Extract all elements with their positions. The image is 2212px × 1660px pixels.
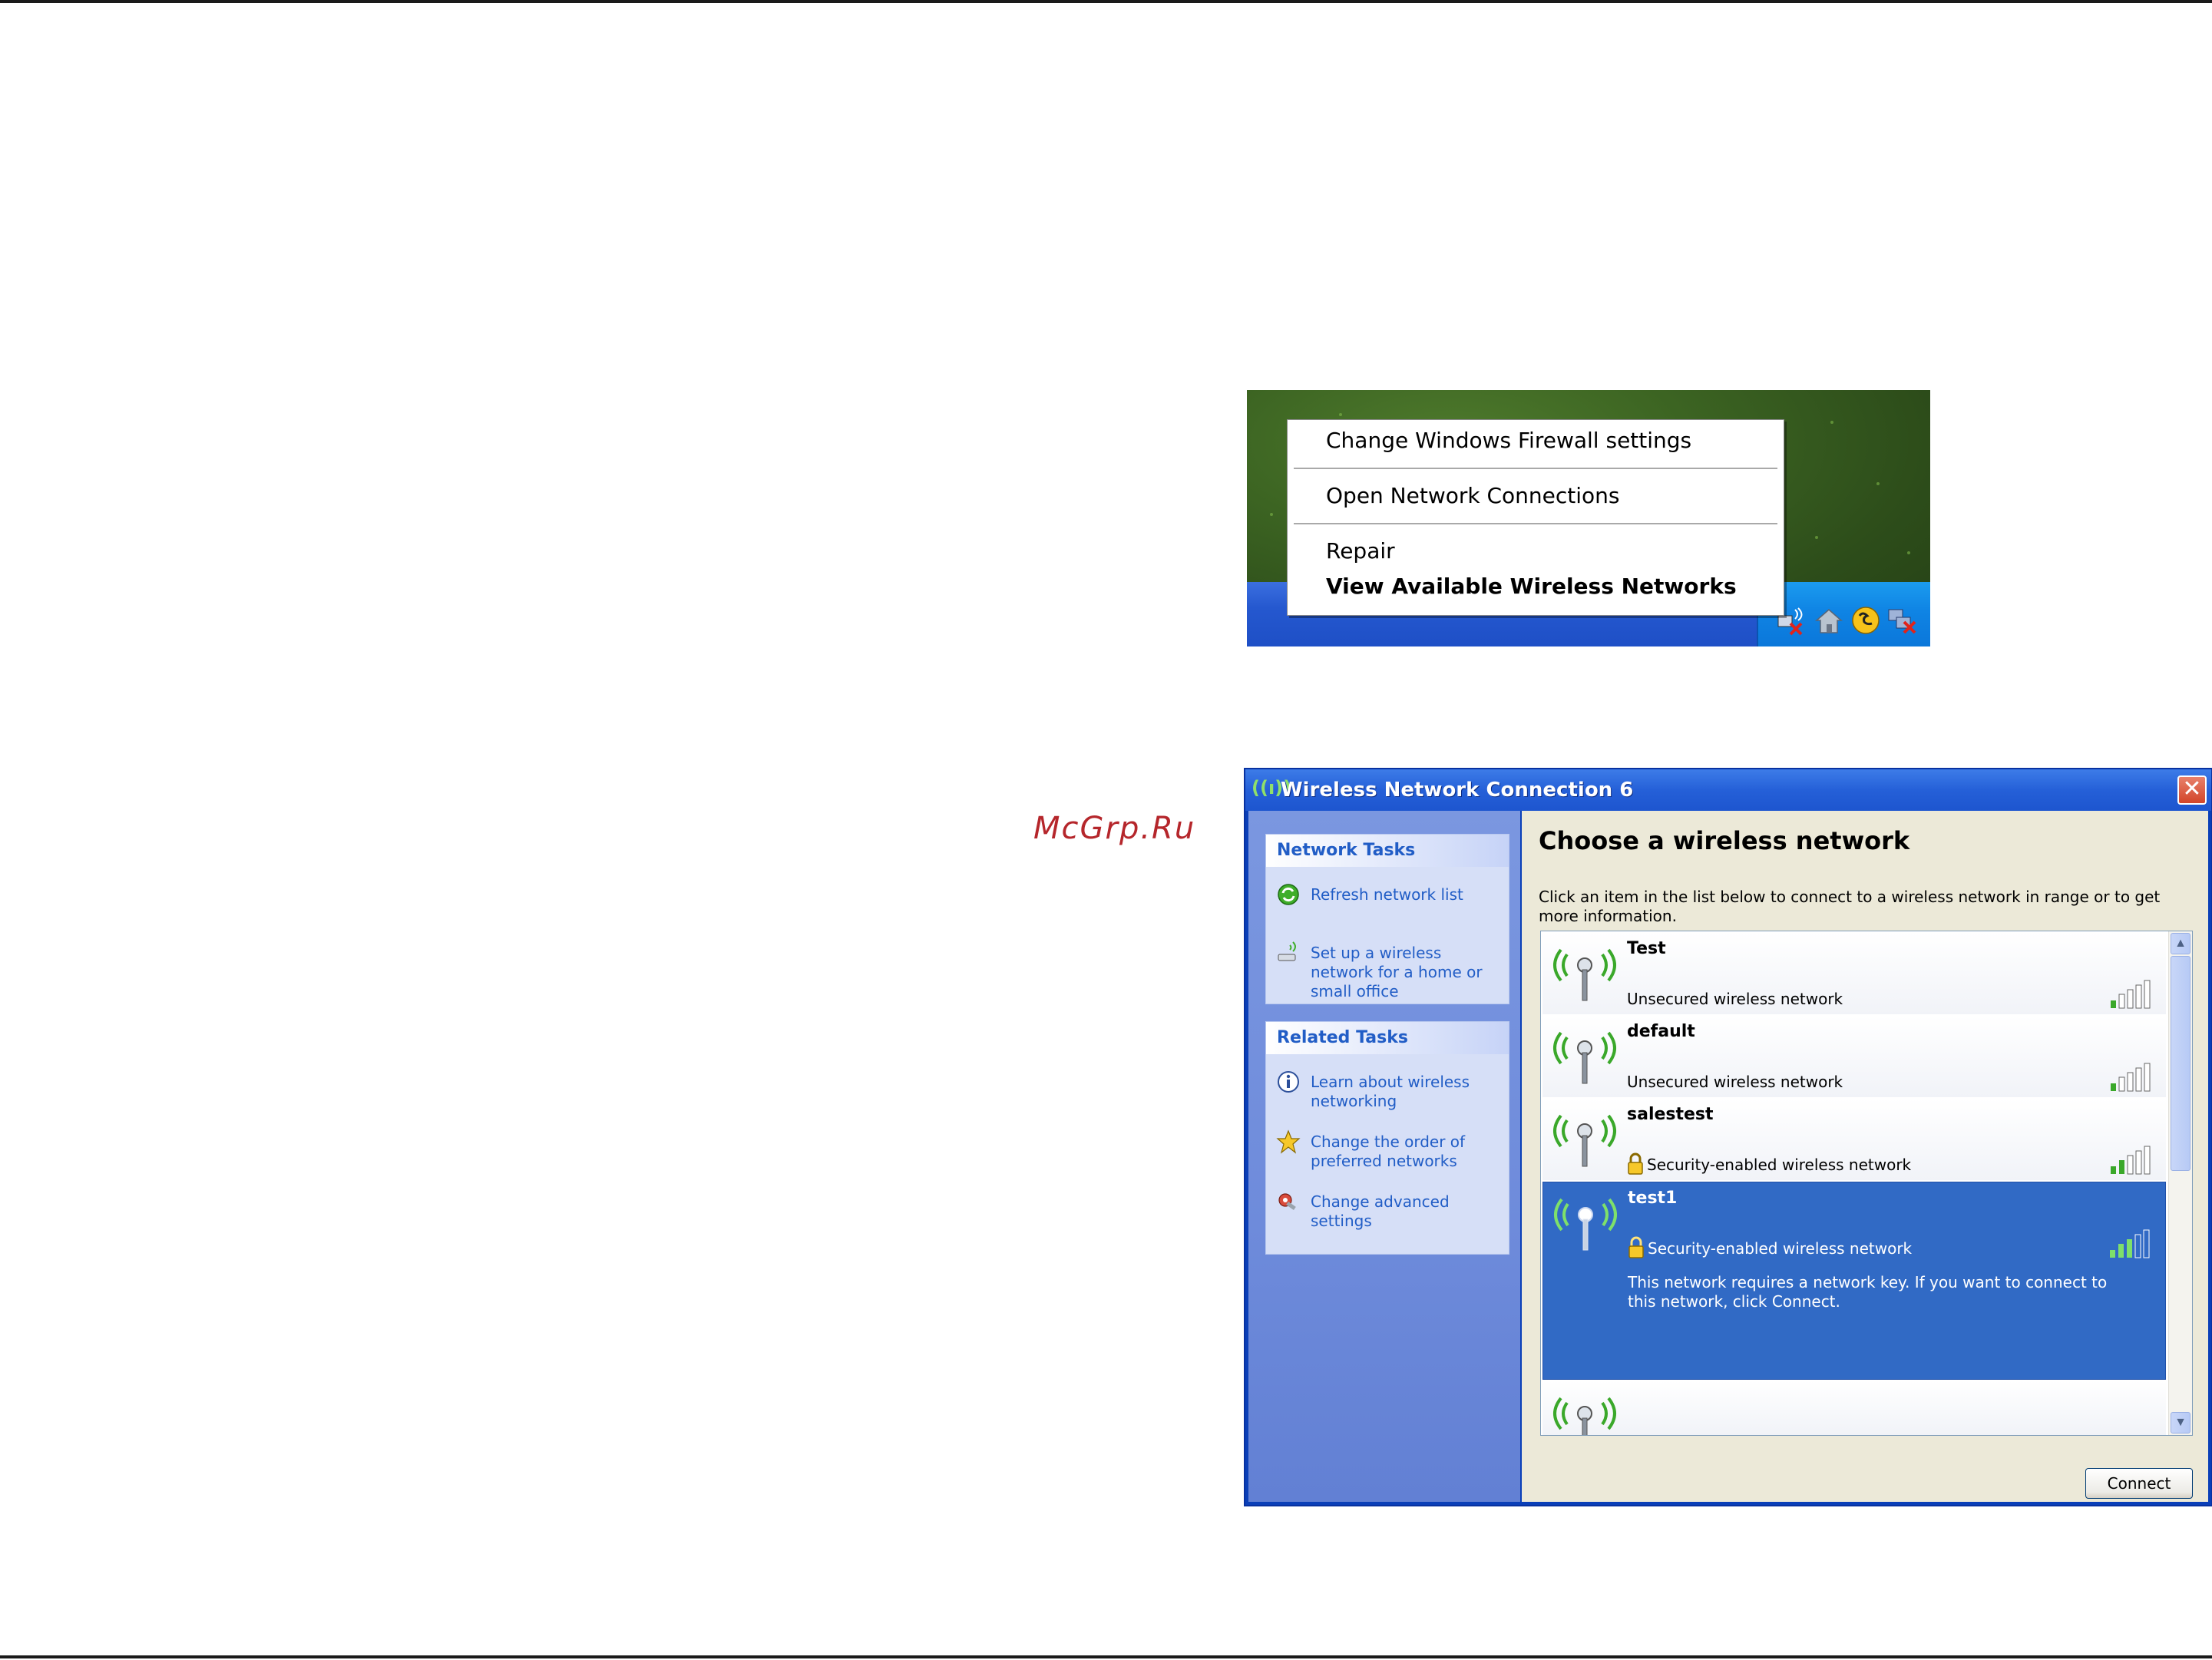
network-name: test1 xyxy=(1628,1189,1678,1208)
bottom-rule xyxy=(0,1655,2212,1658)
network-status: Unsecured wireless network xyxy=(1627,1073,1843,1091)
network-item-test[interactable]: Test Unsecured wireless network xyxy=(1542,933,2166,1014)
task-label: Learn about wireless networking xyxy=(1311,1073,1470,1110)
network-item-test1[interactable]: test1 Security-enabled wireless network … xyxy=(1542,1182,2166,1380)
star-icon xyxy=(1275,1129,1301,1156)
wireless-antenna-icon xyxy=(1553,1114,1616,1167)
network-status: Unsecured wireless network xyxy=(1627,990,1843,1008)
settings-icon xyxy=(1275,1189,1301,1215)
task-change-preferred-order[interactable]: Change the order of preferred networks xyxy=(1275,1129,1506,1176)
network-name: salestest xyxy=(1627,1105,1714,1124)
wireless-antenna-icon xyxy=(1554,1198,1617,1251)
signal-strength-icon xyxy=(2111,1063,2151,1092)
network-status: Security-enabled wireless network xyxy=(1648,1239,1913,1258)
network-disconnected-icon[interactable] xyxy=(1887,605,1918,636)
network-tasks-heading: Network Tasks xyxy=(1266,835,1509,867)
wireless-network-list[interactable]: Test Unsecured wireless network default … xyxy=(1540,931,2193,1436)
dialog-titlebar[interactable]: ((ı)) Wireless Network Connection 6 ✕ xyxy=(1245,769,2211,811)
signal-strength-icon xyxy=(2110,1229,2150,1258)
scroll-down-button[interactable]: ▼ xyxy=(2171,1412,2191,1433)
related-tasks-panel: Related Tasks Learn about wireless netwo… xyxy=(1265,1021,1509,1255)
task-learn-wireless[interactable]: Learn about wireless networking xyxy=(1275,1070,1506,1116)
lock-icon xyxy=(1628,1236,1644,1258)
network-status: Security-enabled wireless network xyxy=(1647,1156,1912,1174)
task-label: Change the order of preferred networks xyxy=(1311,1133,1466,1170)
task-pane: Network Tasks Refresh network list Set u… xyxy=(1248,811,1520,1502)
network-item-partial[interactable] xyxy=(1542,1381,2166,1435)
top-rule xyxy=(0,0,2212,3)
menu-item-view-wireless-networks[interactable]: View Available Wireless Networks xyxy=(1326,574,1737,599)
refresh-icon xyxy=(1275,882,1301,908)
task-setup-wireless-network[interactable]: Set up a wireless network for a home or … xyxy=(1275,941,1506,1000)
task-label: Refresh network list xyxy=(1311,885,1463,904)
task-refresh-network-list[interactable]: Refresh network list xyxy=(1275,882,1506,913)
network-item-default[interactable]: default Unsecured wireless network xyxy=(1542,1016,2166,1097)
task-label: Set up a wireless network for a home or … xyxy=(1311,944,1483,1000)
menu-item-repair[interactable]: Repair xyxy=(1326,538,1395,564)
list-scrollbar[interactable]: ▲ ▼ xyxy=(2168,931,2192,1435)
choose-network-heading: Choose a wireless network xyxy=(1539,826,1910,855)
menu-item-firewall-settings[interactable]: Change Windows Firewall settings xyxy=(1326,428,1691,453)
network-list-pane: Choose a wireless network Click an item … xyxy=(1522,811,2208,1502)
scroll-up-button[interactable]: ▲ xyxy=(2171,933,2191,954)
wireless-antenna-icon xyxy=(1553,1397,1616,1435)
menu-separator xyxy=(1294,523,1777,525)
network-name: default xyxy=(1627,1022,1695,1041)
menu-item-open-network-connections[interactable]: Open Network Connections xyxy=(1326,483,1620,508)
network-description: This network requires a network key. If … xyxy=(1628,1273,2108,1311)
home-icon[interactable] xyxy=(1814,605,1844,636)
signal-strength-icon xyxy=(2111,1146,2151,1175)
watermark-text: McGrp.Ru xyxy=(1033,811,1196,846)
network-item-salestest[interactable]: salestest Security-enabled wireless netw… xyxy=(1542,1099,2166,1180)
setup-wireless-icon xyxy=(1275,941,1301,967)
related-tasks-heading: Related Tasks xyxy=(1266,1022,1509,1054)
info-icon xyxy=(1275,1070,1301,1096)
menu-separator xyxy=(1294,468,1777,470)
wireless-network-dialog: ((ı)) Wireless Network Connection 6 ✕ Ne… xyxy=(1244,768,2212,1506)
dialog-title: Wireless Network Connection 6 xyxy=(1281,779,1634,802)
network-tasks-panel: Network Tasks Refresh network list Set u… xyxy=(1265,834,1509,1004)
network-name: Test xyxy=(1627,939,1666,958)
wireless-antenna-icon xyxy=(1553,948,1616,1001)
instructions-text: Click an item in the list below to conne… xyxy=(1539,888,2161,925)
scroll-thumb[interactable] xyxy=(2171,956,2191,1171)
lock-icon xyxy=(1628,1152,1643,1175)
signal-strength-icon xyxy=(2111,980,2151,1009)
context-menu: Change Windows Firewall settings Open Ne… xyxy=(1287,419,1784,616)
close-button[interactable]: ✕ xyxy=(2177,775,2207,805)
task-label: Change advanced settings xyxy=(1311,1192,1450,1230)
security-alert-icon[interactable] xyxy=(1850,605,1881,636)
tray-context-menu-screenshot: Change Windows Firewall settings Open Ne… xyxy=(1247,390,1930,646)
wireless-antenna-icon xyxy=(1553,1031,1616,1084)
task-change-advanced-settings[interactable]: Change advanced settings xyxy=(1275,1189,1506,1235)
connect-button[interactable]: Connect xyxy=(2085,1468,2193,1499)
